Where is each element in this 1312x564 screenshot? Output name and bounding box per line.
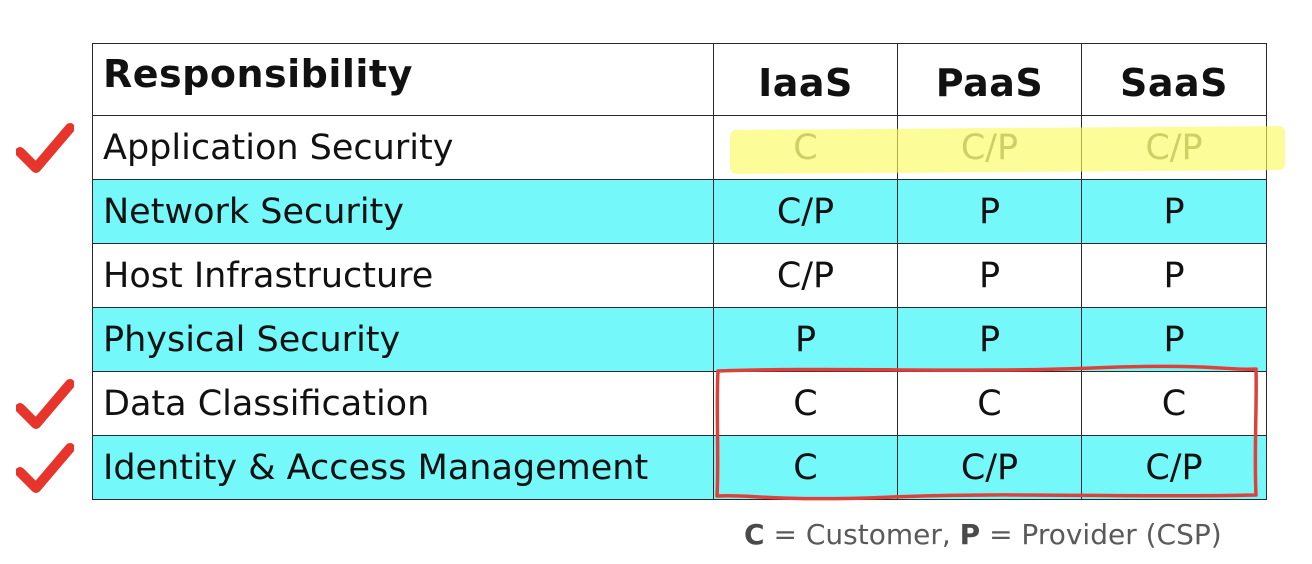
legend-c-key: C: [744, 518, 765, 551]
paas-value: C: [897, 371, 1082, 436]
legend: C = Customer, P = Provider (CSP): [744, 518, 1222, 551]
iaas-value: C: [713, 115, 898, 180]
red-check-mark-icon: [16, 443, 74, 493]
row-name: Data Classification: [92, 371, 714, 436]
header-paas: PaaS: [897, 43, 1082, 116]
paas-value: P: [897, 243, 1082, 308]
row-name: Identity & Access Management: [92, 435, 714, 500]
row-name: Host Infrastructure: [92, 243, 714, 308]
table-row: Application Security C C/P C/P: [92, 115, 1267, 180]
saas-value: P: [1081, 307, 1267, 372]
paas-value: P: [897, 307, 1082, 372]
table-row: Host Infrastructure C/P P P: [92, 243, 1267, 308]
paas-value: P: [897, 179, 1082, 244]
row-name: Physical Security: [92, 307, 714, 372]
header-iaas: IaaS: [713, 43, 898, 116]
red-check-mark-icon: [16, 123, 74, 173]
iaas-value: C/P: [713, 179, 898, 244]
paas-value: C/P: [897, 115, 1082, 180]
iaas-value: C/P: [713, 243, 898, 308]
red-check-mark-icon: [16, 379, 74, 429]
table-row: Physical Security P P P: [92, 307, 1267, 372]
header-row: Responsibility IaaS PaaS SaaS: [92, 43, 1267, 116]
saas-value: C/P: [1081, 115, 1267, 180]
header-responsibility: Responsibility: [92, 43, 714, 116]
table-row: Network Security C/P P P: [92, 179, 1267, 244]
iaas-value: P: [713, 307, 898, 372]
row-name: Application Security: [92, 115, 714, 180]
saas-value: C: [1081, 371, 1267, 436]
header-saas: SaaS: [1081, 43, 1267, 116]
legend-c-text: = Customer,: [764, 518, 960, 551]
legend-p-key: P: [959, 518, 981, 551]
row-name: Network Security: [92, 179, 714, 244]
paas-value: C/P: [897, 435, 1082, 500]
responsibility-table: Responsibility IaaS PaaS SaaS Applicatio…: [92, 43, 1267, 500]
saas-value: P: [1081, 243, 1267, 308]
saas-value: C/P: [1081, 435, 1267, 500]
legend-p-text: = Provider (CSP): [980, 518, 1222, 551]
iaas-value: C: [713, 371, 898, 436]
saas-value: P: [1081, 179, 1267, 244]
table-row: Identity & Access Management C C/P C/P: [92, 435, 1267, 500]
iaas-value: C: [713, 435, 898, 500]
table-row: Data Classification C C C: [92, 371, 1267, 436]
